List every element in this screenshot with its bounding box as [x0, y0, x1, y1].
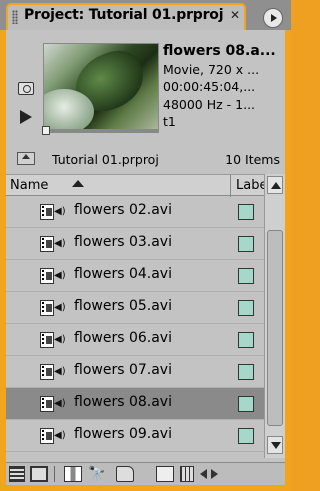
label-color-swatch[interactable] [238, 268, 254, 284]
list-view-icon[interactable] [9, 466, 25, 482]
column-header-label[interactable]: Label [236, 178, 264, 193]
toolbar-divider [54, 466, 55, 482]
thumbnail-scrub-handle[interactable] [42, 126, 50, 135]
scroll-right-icon[interactable] [209, 466, 219, 482]
trash-icon[interactable] [180, 466, 194, 482]
clip-audio: 48000 Hz - 1... [163, 96, 256, 112]
audio-icon: ◀) [54, 238, 66, 249]
new-item-icon[interactable] [156, 466, 174, 482]
parent-folder-icon[interactable] [17, 152, 35, 165]
list-item[interactable]: ◀) flowers 05.avi [6, 292, 264, 324]
list-item-name: flowers 02.avi [74, 202, 172, 218]
audio-icon: ◀) [54, 430, 66, 441]
item-count: 10 Items [225, 152, 280, 167]
label-color-swatch[interactable] [238, 236, 254, 252]
list-item-name: flowers 03.avi [74, 234, 172, 250]
scroll-down-button[interactable] [267, 436, 283, 454]
column-divider[interactable] [230, 175, 231, 197]
tab-project[interactable]: Project: Tutorial 01.prproj ✕ [6, 3, 246, 30]
close-icon[interactable]: ✕ [228, 8, 242, 22]
clip-info: flowers 08.a... Movie, 720 x ... 00:00:4… [163, 43, 283, 131]
audio-icon: ◀) [54, 398, 66, 409]
video-file-icon [40, 396, 54, 412]
column-header-name[interactable]: Name [10, 178, 48, 193]
camera-icon[interactable] [18, 82, 34, 95]
new-bin-icon[interactable] [116, 466, 134, 482]
video-file-icon [40, 268, 54, 284]
audio-icon: ◀) [54, 206, 66, 217]
clip-name: flowers 08.a... [163, 43, 276, 59]
video-file-icon [40, 236, 54, 252]
video-file-icon [40, 204, 54, 220]
grip-icon[interactable] [12, 10, 18, 24]
video-file-icon [40, 364, 54, 380]
list-rows: ◀) flowers 02.avi ◀) flowers 03.avi ◀) flower… [6, 196, 264, 458]
preview-area: flowers 08.a... Movie, 720 x ... 00:00:4… [6, 30, 285, 142]
audio-icon: ◀) [54, 302, 66, 313]
video-file-icon [40, 332, 54, 348]
label-color-swatch[interactable] [238, 300, 254, 316]
audio-icon: ◀) [54, 366, 66, 377]
list-item-name: flowers 04.avi [74, 266, 172, 282]
bottom-toolbar: 🔭 [6, 462, 285, 485]
tab-title: Project: Tutorial 01.prproj [24, 7, 224, 23]
tab-bar: Project: Tutorial 01.prproj ✕ [0, 0, 291, 30]
automate-to-sequence-icon[interactable] [64, 466, 82, 482]
list-item-name: flowers 07.avi [74, 362, 172, 378]
clip-format: Movie, 720 x ... [163, 61, 260, 77]
video-file-icon [40, 300, 54, 316]
clip-thumbnail [43, 43, 159, 130]
label-color-swatch[interactable] [238, 364, 254, 380]
audio-icon: ◀) [54, 270, 66, 281]
label-color-swatch[interactable] [238, 332, 254, 348]
label-color-swatch[interactable] [238, 204, 254, 220]
project-panel: flowers 08.a... Movie, 720 x ... 00:00:4… [6, 30, 285, 485]
list-item[interactable]: ◀) flowers 03.avi [6, 228, 264, 260]
list-item[interactable]: ◀) flowers 06.avi [6, 324, 264, 356]
label-color-swatch[interactable] [238, 428, 254, 444]
list-header: Name Label [6, 174, 264, 197]
project-list: Name Label ◀) flowers 02.avi ◀) flowers 03.… [6, 174, 285, 458]
audio-icon: ◀) [54, 334, 66, 345]
list-item-name: flowers 09.avi [74, 426, 172, 442]
label-color-swatch[interactable] [238, 396, 254, 412]
scroll-left-icon[interactable] [199, 466, 209, 482]
panel-menu-button[interactable] [263, 8, 283, 28]
video-file-icon [40, 428, 54, 444]
list-item[interactable]: ◀) flowers 08.avi [6, 388, 264, 420]
sort-ascending-icon[interactable] [72, 180, 84, 187]
clip-duration: 00:00:45:04,... [163, 79, 256, 94]
vertical-scrollbar[interactable] [264, 174, 285, 458]
clip-extra: t1 [163, 114, 176, 129]
path-bar: Tutorial 01.prproj 10 Items [6, 148, 285, 170]
list-item-name: flowers 06.avi [74, 330, 172, 346]
list-item[interactable]: ◀) flowers 09.avi [6, 420, 264, 452]
icon-view-icon[interactable] [30, 466, 48, 482]
scroll-up-button[interactable] [267, 176, 283, 194]
thumbnail-scrub-track[interactable] [43, 130, 159, 133]
list-item[interactable]: ◀) flowers 04.avi [6, 260, 264, 292]
list-item[interactable]: ◀) flowers 07.avi [6, 356, 264, 388]
list-item-name: flowers 05.avi [74, 298, 172, 314]
play-icon[interactable] [20, 110, 32, 124]
list-item-name: flowers 08.avi [74, 394, 172, 410]
project-panel-frame: Project: Tutorial 01.prproj ✕ flowers 08… [0, 0, 291, 491]
project-file-label: Tutorial 01.prproj [52, 152, 159, 167]
find-icon[interactable]: 🔭 [88, 466, 106, 482]
scroll-thumb[interactable] [267, 230, 283, 426]
list-item[interactable]: ◀) flowers 02.avi [6, 196, 264, 228]
